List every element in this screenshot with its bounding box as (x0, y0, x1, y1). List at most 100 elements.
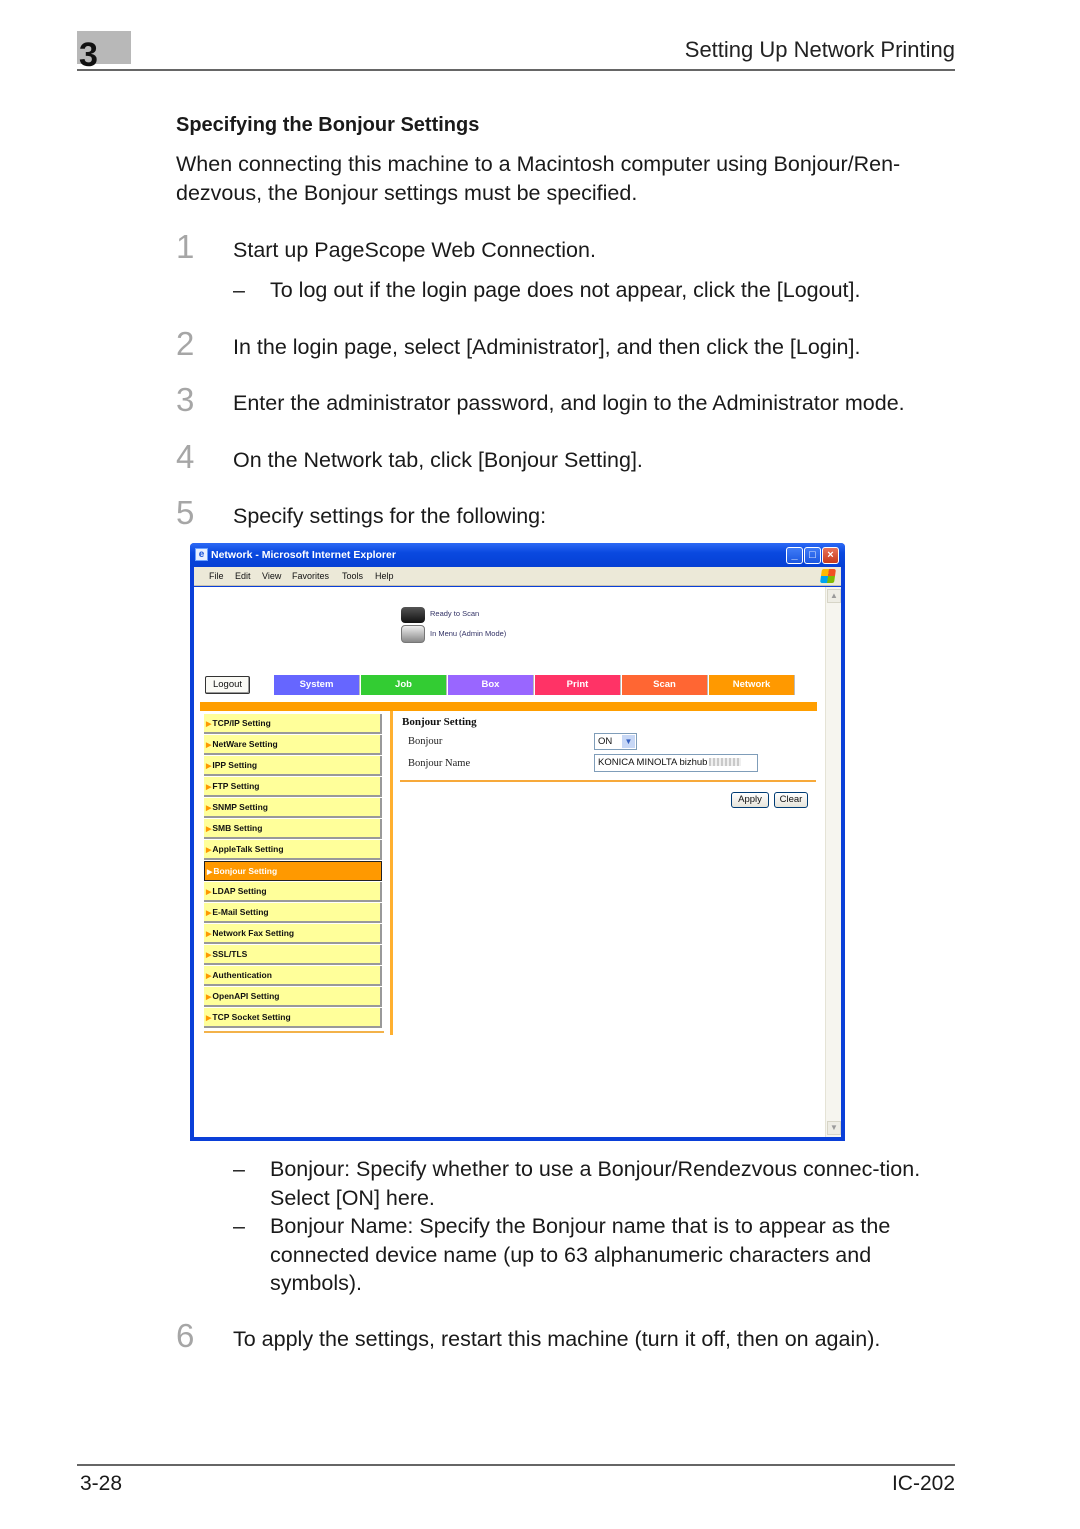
browser-titlebar: e Network - Microsoft Internet Explorer … (190, 543, 845, 567)
maximize-button[interactable]: □ (804, 547, 821, 564)
menu-bar: File Edit View Favorites Tools Help (194, 567, 841, 586)
printer-icon (401, 625, 425, 643)
tab-system[interactable]: System (274, 675, 360, 695)
nav-item-authentication[interactable]: ▶Authentication (204, 966, 382, 986)
bonjour-select[interactable]: ON ▼ (594, 733, 637, 750)
nav-item-label: Network Fax Setting (212, 928, 295, 938)
step-number: 5 (176, 494, 195, 531)
vertical-scrollbar[interactable]: ▲ ▼ (825, 587, 841, 1137)
scroll-up-button[interactable]: ▲ (827, 589, 841, 603)
nav-item-label: IPP Setting (212, 760, 258, 770)
menu-file[interactable]: File (209, 571, 224, 582)
tab-job[interactable]: Job (361, 675, 447, 695)
nav-item-snmp[interactable]: ▶SNMP Setting (204, 798, 382, 818)
panel-divider (400, 780, 816, 782)
nav-item-label: SNMP Setting (212, 802, 268, 812)
step-text: To apply the settings, restart this mach… (233, 1327, 881, 1351)
close-button[interactable]: × (822, 547, 839, 564)
nav-item-ipp[interactable]: ▶IPP Setting (204, 756, 382, 776)
nav-item-label: SMB Setting (212, 823, 263, 833)
arrow-right-icon: ▶ (206, 826, 212, 833)
nav-item-label: FTP Setting (212, 781, 260, 791)
menu-edit[interactable]: Edit (235, 571, 251, 582)
step-number: 6 (176, 1317, 195, 1354)
nav-item-label: TCP/IP Setting (212, 718, 271, 728)
bonjour-name-input[interactable]: KONICA MINOLTA bizhub (594, 754, 758, 772)
scroll-down-button[interactable]: ▼ (827, 1121, 841, 1135)
arrow-right-icon: ▶ (206, 994, 212, 1001)
step-number: 3 (176, 381, 195, 418)
nav-item-openapi[interactable]: ▶OpenAPI Setting (204, 987, 382, 1007)
nav-divider (204, 1031, 384, 1033)
bonjour-name-value: KONICA MINOLTA bizhub (598, 757, 708, 768)
note-dash: – (233, 1157, 245, 1181)
step-text: On the Network tab, click [Bonjour Setti… (233, 448, 643, 472)
nav-item-label: NetWare Setting (212, 739, 278, 749)
note-dash: – (233, 278, 245, 302)
chapter-title: Setting Up Network Printing (684, 37, 955, 62)
step-text: Specify settings for the following: (233, 504, 547, 528)
panel-title: Bonjour Setting (402, 716, 477, 728)
nav-item-label: TCP Socket Setting (212, 1012, 291, 1022)
model-name: IC-202 (891, 1472, 955, 1495)
arrow-right-icon: ▶ (206, 847, 212, 854)
arrow-right-icon: ▶ (206, 742, 212, 749)
nav-item-netware[interactable]: ▶NetWare Setting (204, 735, 382, 755)
step-number: 2 (176, 325, 195, 362)
arrow-right-icon: ▶ (206, 805, 212, 812)
ie-logo-icon: e (195, 548, 208, 561)
scanner-icon (401, 607, 425, 623)
menu-help[interactable]: Help (375, 571, 394, 582)
step-note: To log out if the login page does not ap… (270, 278, 861, 302)
nav-item-label: E-Mail Setting (212, 907, 269, 917)
nav-item-ftp[interactable]: ▶FTP Setting (204, 777, 382, 797)
nav-item-smb[interactable]: ▶SMB Setting (204, 819, 382, 839)
nav-item-tcpip[interactable]: ▶TCP/IP Setting (204, 714, 382, 734)
redacted-model-text (709, 758, 742, 767)
nav-item-bonjour[interactable]: ▶Bonjour Setting (204, 861, 382, 881)
browser-title: Network - Microsoft Internet Explorer (211, 549, 396, 561)
nav-item-label: AppleTalk Setting (212, 844, 284, 854)
nav-item-network-fax[interactable]: ▶Network Fax Setting (204, 924, 382, 944)
tab-scan[interactable]: Scan (622, 675, 708, 695)
nav-item-label: Bonjour Setting (213, 866, 278, 876)
scanner-status: Ready to Scan (430, 609, 480, 618)
logout-button[interactable]: Logout (205, 676, 250, 694)
browser-content: Ready to Scan In Menu (Admin Mode) Logou… (194, 587, 841, 1137)
step-number: 4 (176, 438, 195, 475)
nav-item-ldap[interactable]: ▶LDAP Setting (204, 882, 382, 902)
nav-item-label: OpenAPI Setting (212, 991, 280, 1001)
step-note: Bonjour: Specify whether to use a Bonjou… (270, 1157, 921, 1210)
nav-item-tcp-socket[interactable]: ▶TCP Socket Setting (204, 1008, 382, 1028)
tab-network[interactable]: Network (709, 675, 795, 695)
arrow-right-icon: ▶ (206, 910, 212, 917)
chevron-down-icon: ▼ (622, 735, 635, 748)
printer-status: In Menu (Admin Mode) (430, 629, 507, 638)
step-text: Start up PageScope Web Connection. (233, 238, 596, 262)
tab-print[interactable]: Print (535, 675, 621, 695)
page-number: 3-28 (80, 1472, 123, 1495)
arrow-right-icon: ▶ (206, 973, 212, 980)
content-divider (390, 711, 393, 1035)
nav-item-ssl-tls[interactable]: ▶SSL/TLS (204, 945, 382, 965)
tab-underline-bar (200, 702, 817, 711)
header-divider (77, 69, 955, 71)
menu-view[interactable]: View (262, 571, 281, 582)
nav-item-label: SSL/TLS (212, 949, 248, 959)
footer-divider (77, 1464, 955, 1466)
intro-paragraph: When connecting this machine to a Macint… (176, 152, 901, 205)
menu-tools[interactable]: Tools (342, 571, 363, 582)
arrow-right-icon: ▶ (206, 931, 212, 938)
arrow-right-icon: ▶ (207, 869, 213, 876)
nav-item-appletalk[interactable]: ▶AppleTalk Setting (204, 840, 382, 860)
tab-box[interactable]: Box (448, 675, 534, 695)
step-note: Bonjour Name: Specify the Bonjour name t… (270, 1214, 891, 1295)
bonjour-name-label: Bonjour Name (408, 758, 471, 769)
note-dash: – (233, 1214, 245, 1238)
step-text: Enter the administrator password, and lo… (233, 391, 905, 415)
nav-item-email[interactable]: ▶E-Mail Setting (204, 903, 382, 923)
clear-button[interactable]: Clear (774, 792, 808, 808)
minimize-button[interactable]: _ (786, 547, 803, 564)
apply-button[interactable]: Apply (731, 792, 769, 808)
menu-favorites[interactable]: Favorites (292, 571, 329, 582)
